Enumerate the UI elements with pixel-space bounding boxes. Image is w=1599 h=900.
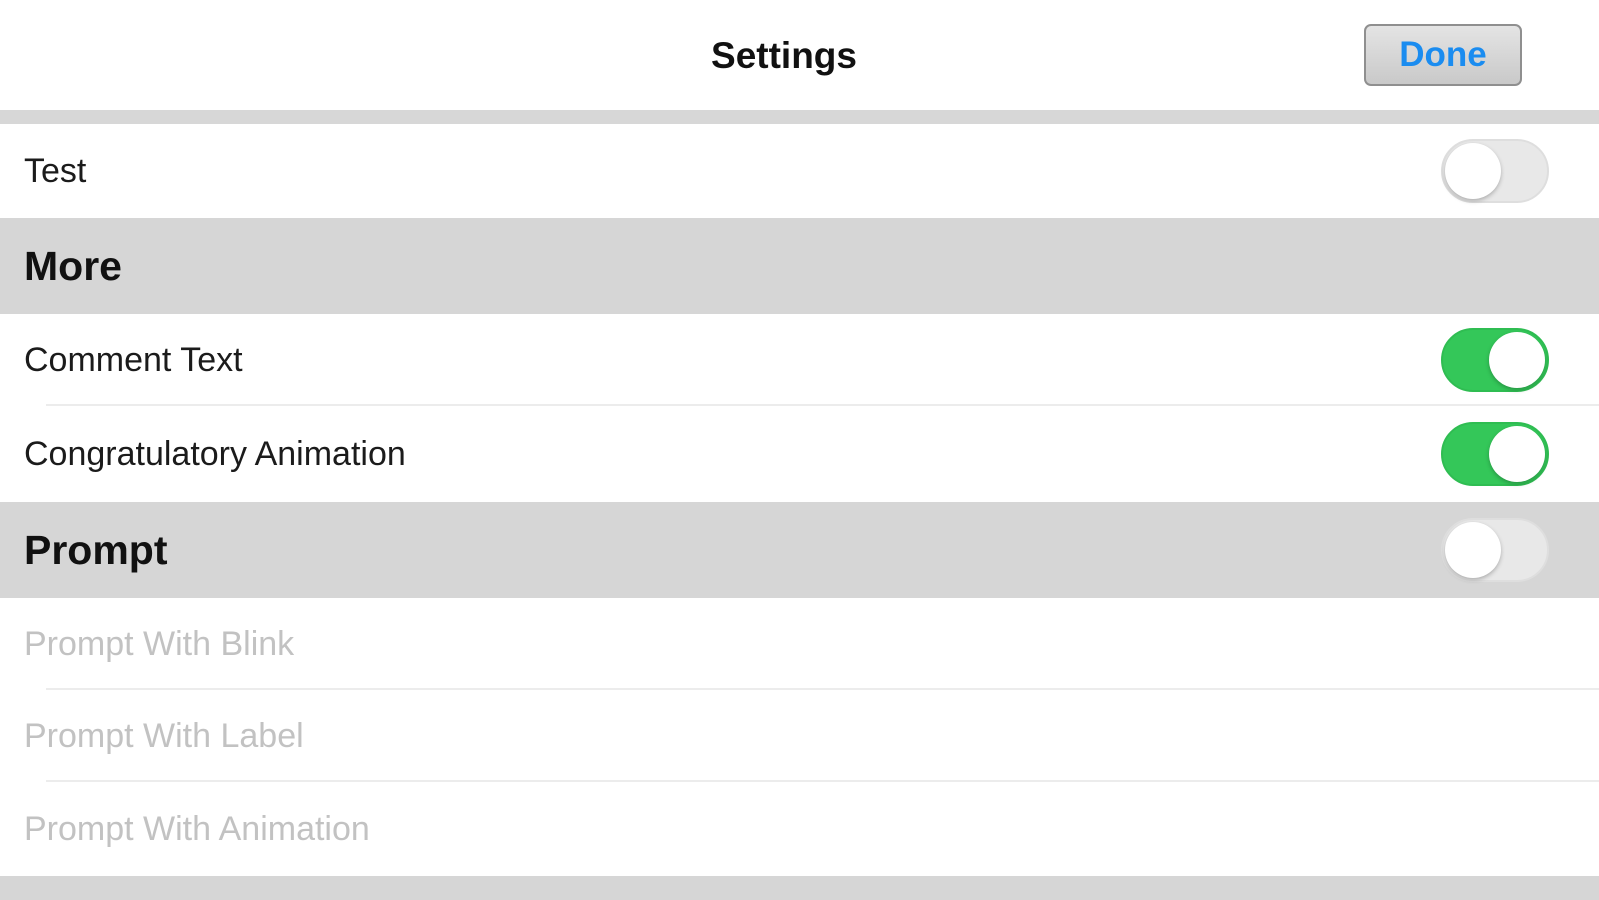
navigation-bar: Settings Done xyxy=(0,0,1599,110)
section-header-prompt: Prompt xyxy=(0,502,1599,598)
settings-row-test: Test xyxy=(0,124,1599,218)
navbar-divider xyxy=(0,110,1599,124)
settings-row-label: Prompt With Animation xyxy=(24,809,370,848)
settings-row-comment-text: Comment Text xyxy=(0,314,1599,406)
toggle-knob xyxy=(1445,143,1501,199)
settings-row-label: Prompt With Label xyxy=(24,716,304,755)
settings-row-label: Test xyxy=(24,151,87,190)
prompt-toggle[interactable] xyxy=(1441,518,1549,582)
page-title: Settings xyxy=(711,35,857,76)
test-toggle[interactable] xyxy=(1441,139,1549,203)
settings-row-congratulatory-animation: Congratulatory Animation xyxy=(0,406,1599,502)
section-header-label: More xyxy=(24,242,122,289)
toggle-knob xyxy=(1489,332,1545,388)
settings-row-prompt-with-label[interactable]: Prompt With Label xyxy=(0,690,1599,782)
settings-row-label: Prompt With Blink xyxy=(24,624,295,663)
settings-row-prompt-with-animation[interactable]: Prompt With Animation xyxy=(0,782,1599,876)
toggle-knob xyxy=(1445,522,1501,578)
done-button[interactable]: Done xyxy=(1364,24,1522,86)
toggle-knob xyxy=(1489,426,1545,482)
section-header-label: Prompt xyxy=(24,526,168,573)
settings-row-label: Comment Text xyxy=(24,340,243,379)
settings-row-prompt-with-blink[interactable]: Prompt With Blink xyxy=(0,598,1599,690)
bottom-divider xyxy=(0,876,1599,900)
settings-row-label: Congratulatory Animation xyxy=(24,434,406,473)
section-header-more: More xyxy=(0,218,1599,314)
congratulatory-animation-toggle[interactable] xyxy=(1441,422,1549,486)
comment-text-toggle[interactable] xyxy=(1441,328,1549,392)
settings-screen: Settings Done Test More Comment Text Con… xyxy=(0,0,1599,900)
